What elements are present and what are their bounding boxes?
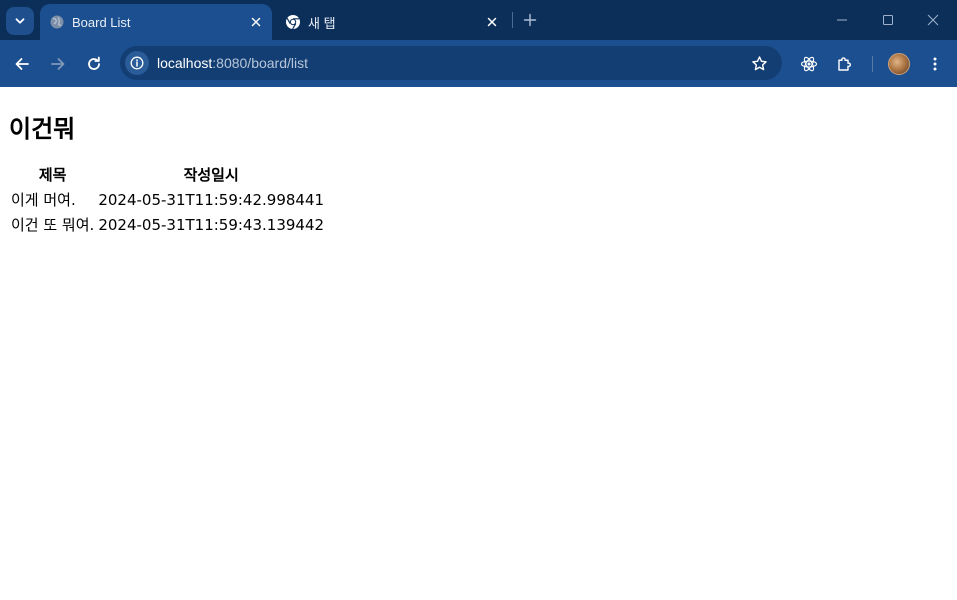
arrow-left-icon — [15, 58, 29, 70]
address-bar[interactable]: localhost:8080/board/list — [120, 46, 782, 80]
site-info-button[interactable] — [125, 51, 149, 75]
tab-new-tab[interactable]: 새 탭 — [276, 4, 508, 40]
page-title: 이건뭐 — [9, 115, 76, 143]
minimize-button[interactable] — [822, 4, 862, 36]
url-path: :8080/board/list — [212, 55, 308, 71]
close-icon[interactable] — [482, 12, 502, 32]
reload-button[interactable] — [80, 50, 108, 78]
tab-board-list[interactable]: Board List — [40, 4, 272, 40]
table-row: 이건 또 뭐여. 2024-05-31T11:59:43.139442 — [10, 213, 325, 236]
cell-created-at: 2024-05-31T11:59:43.139442 — [98, 215, 325, 234]
globe-icon — [49, 14, 65, 30]
plus-icon — [523, 13, 537, 27]
tab-divider — [512, 12, 513, 28]
forward-button[interactable] — [44, 50, 72, 78]
bookmark-button[interactable] — [748, 52, 770, 74]
window-close-button[interactable] — [913, 4, 953, 36]
close-icon[interactable] — [246, 12, 266, 32]
tab-search-button[interactable] — [6, 7, 34, 35]
avatar — [888, 53, 910, 75]
chrome-icon — [285, 14, 301, 30]
puzzle-icon — [838, 57, 851, 71]
url-host: localhost — [157, 55, 213, 71]
header-created-at: 작성일시 — [183, 166, 239, 184]
cell-title: 이건 또 뭐여. — [11, 216, 95, 234]
react-icon — [800, 56, 818, 72]
header-title: 제목 — [38, 166, 67, 184]
table-row: 이게 머여. 2024-05-31T11:59:42.998441 — [10, 188, 325, 211]
toolbar-divider — [872, 56, 873, 72]
arrow-right-icon — [51, 58, 65, 70]
star-icon — [751, 55, 767, 70]
maximize-icon — [883, 15, 893, 25]
table-header-row: 제목 작성일시 — [10, 163, 325, 186]
new-tab-button[interactable] — [518, 8, 542, 32]
react-devtools-extension[interactable] — [795, 50, 823, 78]
browser-toolbar: localhost:8080/board/list — [0, 40, 957, 87]
kebab-menu-icon — [933, 57, 937, 71]
profile-button[interactable] — [885, 50, 913, 78]
tab-title: 새 탭 — [308, 15, 336, 31]
chevron-down-icon — [15, 18, 25, 24]
close-icon — [927, 14, 939, 26]
tab-title: Board List — [72, 14, 131, 30]
cell-created-at: 2024-05-31T11:59:42.998441 — [98, 190, 325, 209]
info-icon — [130, 56, 144, 70]
title-bar: Board List 새 탭 — [0, 0, 957, 40]
url-text[interactable]: localhost:8080/board/list — [157, 55, 308, 71]
extensions-button[interactable] — [831, 50, 859, 78]
browser-menu-button[interactable] — [921, 50, 949, 78]
board-table: 제목 작성일시 이게 머여. 2024-05-31T11:59:42.99844… — [8, 161, 327, 238]
maximize-button[interactable] — [868, 4, 908, 36]
reload-icon — [88, 56, 100, 70]
page-content: 이건뭐 제목 작성일시 이게 머여. 2024-05-31T11:59:42.9… — [0, 87, 957, 600]
minimize-icon — [837, 19, 847, 21]
cell-title: 이게 머여. — [11, 191, 76, 209]
back-button[interactable] — [8, 50, 36, 78]
